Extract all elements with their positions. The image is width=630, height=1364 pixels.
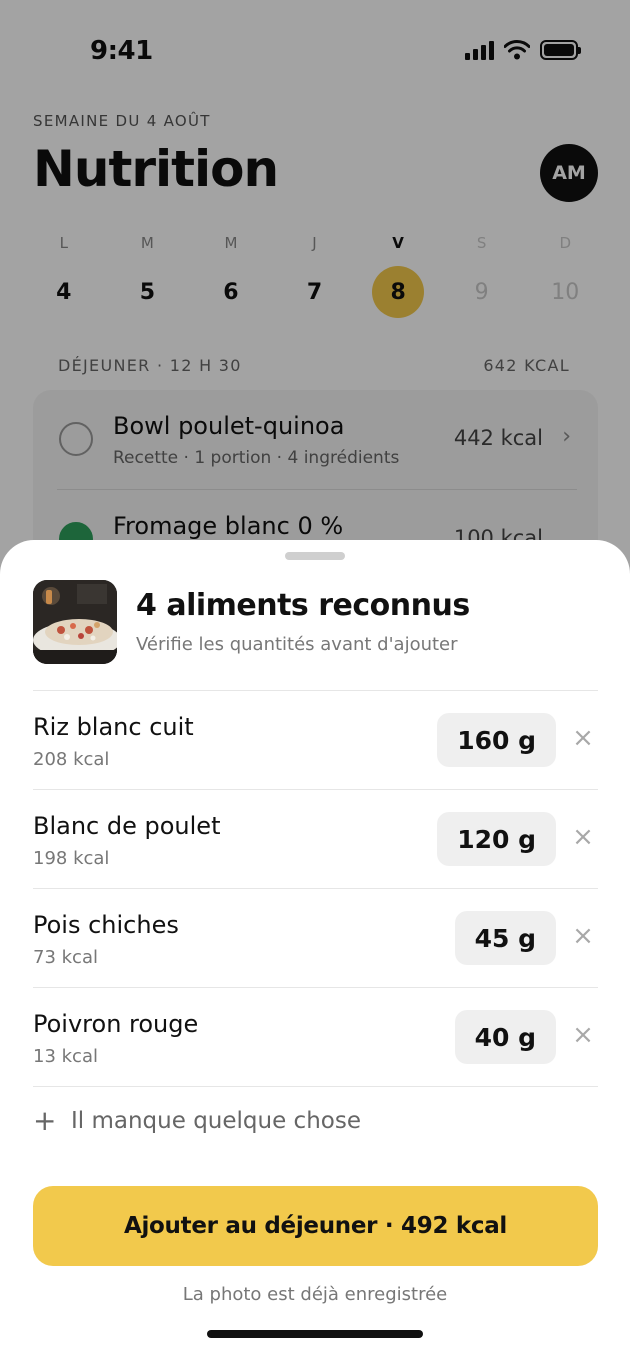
food-kcal: 13 kcal bbox=[33, 1046, 98, 1067]
food-list: Riz blanc cuit 208 kcal 160 g × Blanc de… bbox=[33, 690, 598, 1087]
food-name: Riz blanc cuit bbox=[33, 713, 194, 741]
close-icon[interactable]: × bbox=[568, 723, 598, 753]
sheet-grabber[interactable] bbox=[285, 552, 345, 560]
add-missing-food-button[interactable]: + Il manque quelque chose bbox=[33, 1104, 361, 1137]
add-to-lunch-button[interactable]: Ajouter au déjeuner · 492 kcal bbox=[33, 1186, 598, 1266]
add-missing-label: Il manque quelque chose bbox=[71, 1107, 361, 1134]
food-name: Pois chiches bbox=[33, 911, 179, 939]
food-item: Poivron rouge 13 kcal 40 g × bbox=[33, 988, 598, 1087]
food-kcal: 73 kcal bbox=[33, 947, 98, 968]
close-icon[interactable]: × bbox=[568, 921, 598, 951]
photo-saved-note: La photo est déjà enregistrée bbox=[182, 1284, 448, 1305]
sheet-title: 4 aliments reconnus bbox=[136, 588, 470, 623]
sheet-subtitle: Vérifie les quantités avant d'ajouter bbox=[136, 634, 458, 655]
quantity-field[interactable]: 40 g bbox=[454, 1010, 556, 1064]
food-kcal: 198 kcal bbox=[33, 848, 110, 869]
meal-photo-thumbnail bbox=[33, 580, 117, 664]
recognition-sheet: 4 aliments reconnus Vérifie les quantité… bbox=[0, 540, 630, 1364]
food-item: Pois chiches 73 kcal 45 g × bbox=[33, 889, 598, 988]
quantity-field[interactable]: 120 g bbox=[437, 812, 556, 866]
quantity-field[interactable]: 160 g bbox=[437, 713, 556, 767]
food-item: Riz blanc cuit 208 kcal 160 g × bbox=[33, 691, 598, 790]
close-icon[interactable]: × bbox=[568, 1020, 598, 1050]
food-name: Blanc de poulet bbox=[33, 812, 221, 840]
plus-icon: + bbox=[33, 1104, 57, 1137]
quantity-field[interactable]: 45 g bbox=[454, 911, 556, 965]
close-icon[interactable]: × bbox=[568, 822, 598, 852]
food-kcal: 208 kcal bbox=[33, 749, 110, 770]
food-name: Poivron rouge bbox=[33, 1010, 199, 1038]
home-indicator[interactable] bbox=[207, 1330, 423, 1338]
food-item: Blanc de poulet 198 kcal 120 g × bbox=[33, 790, 598, 889]
